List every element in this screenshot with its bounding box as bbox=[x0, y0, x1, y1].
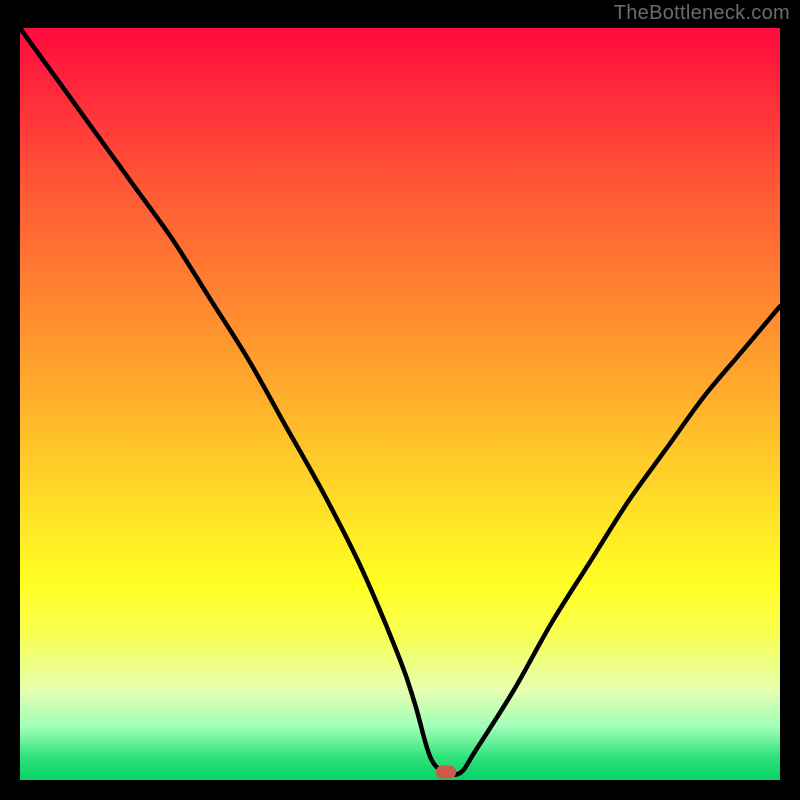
bottleneck-curve bbox=[20, 28, 780, 775]
plot-area bbox=[20, 28, 780, 780]
curve-layer bbox=[20, 28, 780, 780]
chart-frame: TheBottleneck.com bbox=[0, 0, 800, 800]
watermark-text: TheBottleneck.com bbox=[614, 2, 790, 25]
curve-svg bbox=[20, 28, 780, 780]
min-marker bbox=[436, 766, 456, 779]
